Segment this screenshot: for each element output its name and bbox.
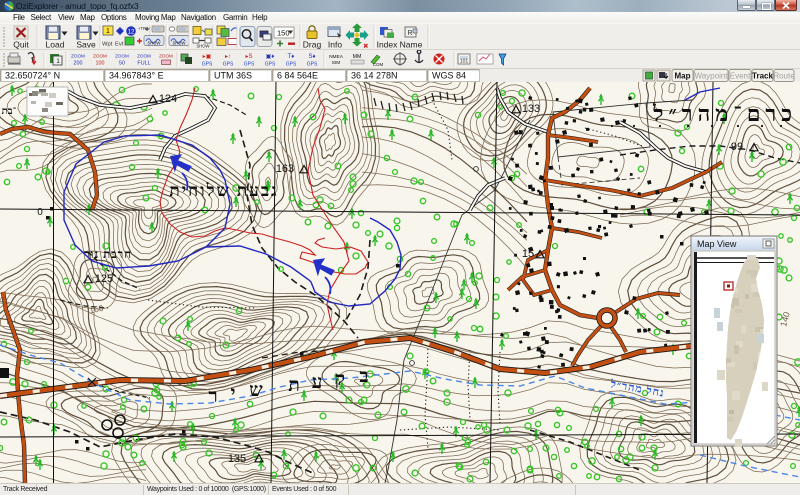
- svg-text:Waypoint: Waypoint: [694, 72, 728, 81]
- svg-text:NMEA: NMEA: [329, 54, 344, 60]
- svg-text:Save: Save: [76, 40, 96, 50]
- svg-text:Evt: Evt: [115, 42, 124, 48]
- svg-text:MM: MM: [353, 54, 362, 60]
- svg-text:Map: Map: [675, 72, 691, 81]
- svg-text:ZOOM: ZOOM: [71, 54, 85, 59]
- svg-text:T♦: T♦: [288, 54, 295, 60]
- svg-text:135: 135: [228, 453, 246, 465]
- svg-text:99: 99: [731, 141, 743, 153]
- svg-text:163: 163: [276, 163, 294, 175]
- svg-text:Info: Info: [328, 40, 342, 50]
- svg-text:FULL: FULL: [137, 61, 150, 67]
- svg-text:גבעת שלוחית: גבעת שלוחית: [169, 181, 278, 200]
- svg-text:ק: ק: [335, 369, 345, 390]
- svg-text:12: 12: [128, 30, 135, 36]
- svg-text:Track: Track: [752, 72, 773, 81]
- svg-text:ב: ב: [359, 366, 368, 387]
- svg-text:חרבת נור: חרבת נור: [84, 249, 132, 261]
- svg-text:GPS: GPS: [286, 62, 297, 68]
- svg-text:ע: ע: [312, 372, 323, 393]
- svg-text:ת: ת: [288, 375, 300, 396]
- svg-text:SHOW: SHOW: [196, 44, 209, 49]
- svg-text:ZOOM: ZOOM: [137, 54, 151, 59]
- svg-text:GPS: GPS: [244, 62, 255, 68]
- svg-text:ZOOM: ZOOM: [93, 54, 107, 59]
- svg-text:ש: ש: [249, 380, 263, 401]
- svg-text:▣♦: ▣♦: [266, 54, 275, 60]
- svg-text:כרם־מהר״ל: כרם־מהר״ל: [652, 101, 797, 126]
- svg-text:124: 124: [159, 93, 177, 105]
- svg-text:GPS: GPS: [223, 62, 234, 68]
- svg-text:150: 150: [277, 29, 290, 38]
- svg-text:200: 200: [74, 61, 83, 67]
- svg-text:Name: Name: [400, 40, 423, 50]
- svg-text:125: 125: [95, 273, 113, 285]
- svg-text:Index: Index: [377, 40, 399, 50]
- svg-text:34.967843° E: 34.967843° E: [109, 71, 164, 81]
- svg-text:UTM 36S: UTM 36S: [214, 71, 252, 81]
- svg-text:133: 133: [522, 103, 540, 115]
- svg-text:R: R: [407, 30, 412, 37]
- svg-text:Event: Event: [730, 72, 751, 81]
- svg-text:Load: Load: [46, 40, 65, 50]
- svg-text:Drag: Drag: [303, 40, 322, 50]
- svg-text:SHOW: SHOW: [147, 41, 160, 46]
- svg-text:GPS: GPS: [265, 62, 276, 68]
- svg-text:Quit: Quit: [13, 40, 29, 50]
- svg-text:י: י: [231, 383, 236, 404]
- svg-text:100: 100: [96, 61, 105, 67]
- svg-text:GPS: GPS: [202, 62, 213, 68]
- svg-text:0: 0: [37, 207, 43, 218]
- svg-text:1: 1: [106, 28, 110, 35]
- svg-text:Wpt: Wpt: [102, 42, 113, 48]
- svg-text:32.650724° N: 32.650724° N: [5, 71, 60, 81]
- svg-text:▸↑: ▸↑: [225, 54, 231, 60]
- svg-text:S♦: S♦: [308, 54, 315, 60]
- svg-text:36 14 278N: 36 14 278N: [351, 71, 398, 81]
- svg-text:COM: COM: [373, 62, 384, 67]
- svg-text:15: 15: [522, 248, 534, 260]
- svg-text:SHOW: SHOW: [172, 41, 185, 46]
- svg-text:ZOOM: ZOOM: [159, 54, 173, 59]
- svg-text:▸▣: ▸▣: [203, 54, 212, 60]
- svg-text:WGS 84: WGS 84: [432, 71, 466, 81]
- svg-text:▸S: ▸S: [245, 54, 252, 60]
- svg-text:ר: ר: [208, 386, 217, 407]
- svg-text:50: 50: [119, 61, 125, 67]
- svg-text:GPS: GPS: [307, 62, 318, 68]
- svg-text:־בת: ־בת: [2, 106, 17, 117]
- svg-text:6 84 564E: 6 84 564E: [277, 71, 318, 81]
- svg-text:ZOOM: ZOOM: [115, 54, 129, 59]
- svg-text:101: 101: [460, 59, 469, 65]
- svg-text:SIM: SIM: [332, 60, 341, 66]
- svg-text:Route: Route: [773, 72, 795, 81]
- svg-text:Map View: Map View: [697, 239, 737, 249]
